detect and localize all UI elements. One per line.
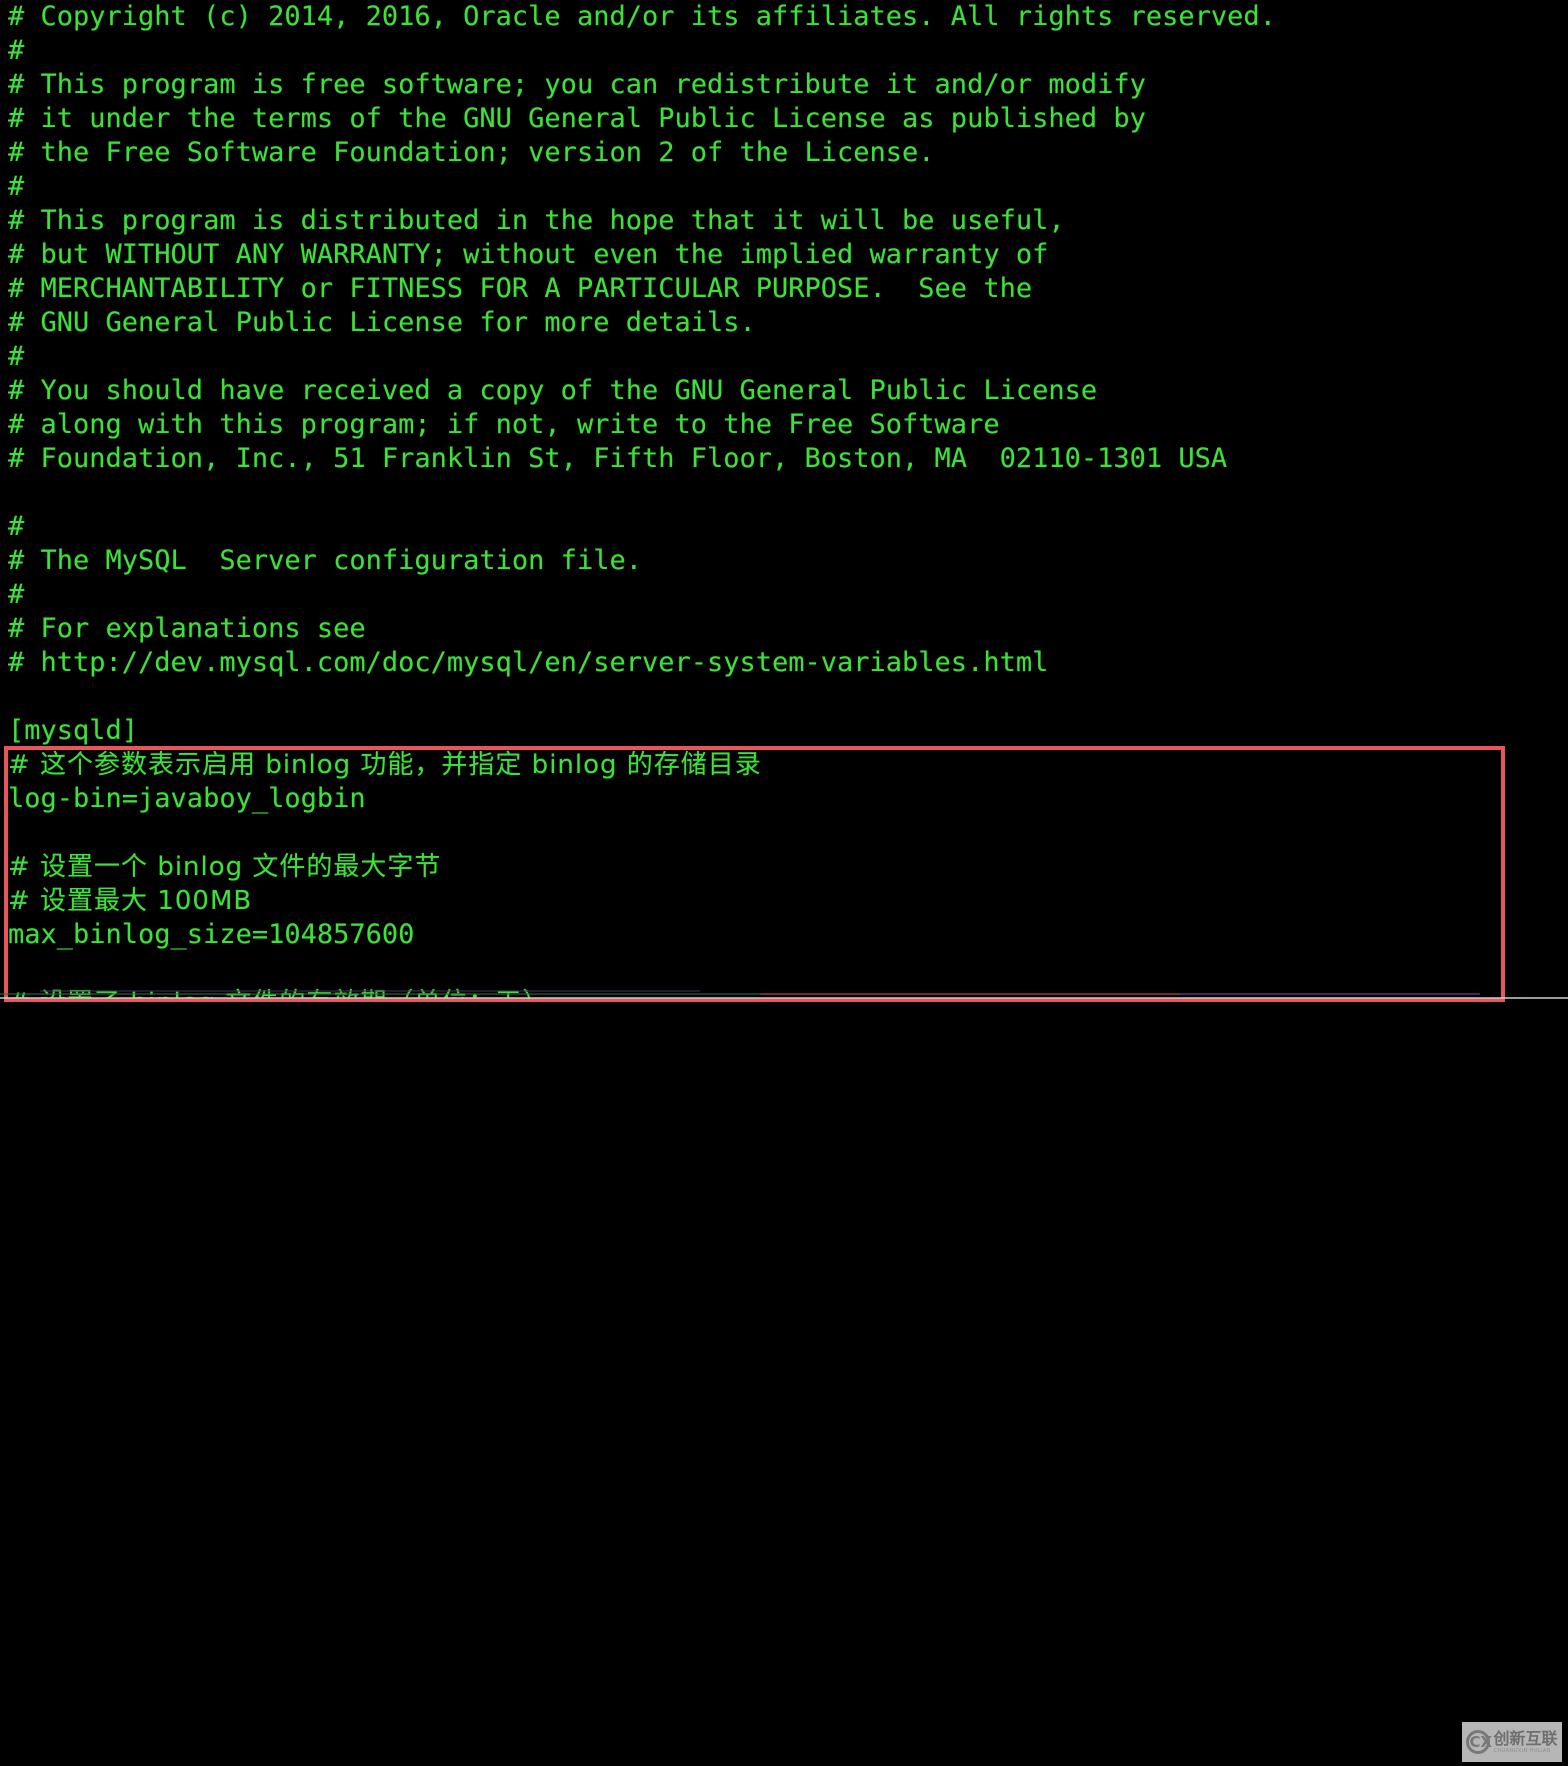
watermark-english-label: CHUANGXIN HULIAN [1493,1747,1551,1754]
code-line: # but WITHOUT ANY WARRANTY; without even… [8,239,1049,270]
code-line: [mysqld] [8,715,139,746]
code-line: # http://dev.mysql.com/doc/mysql/en/serv… [8,647,1049,678]
code-line: # GNU General Public License for more de… [8,307,756,338]
artifact-line-1 [0,993,760,995]
code-line: # 这个参数表示启用 binlog 功能，并指定 binlog 的存储目录 [8,750,762,780]
code-line: # along with this program; if not, write… [8,409,1000,440]
watermark-logo-icon: CX [1466,1730,1492,1754]
artifact-line-2 [760,993,1180,995]
code-line: # Foundation, Inc., 51 Franklin St, Fift… [8,443,1228,474]
code-line: # [8,579,25,610]
code-line: # [8,341,25,372]
site-watermark: CX 创新互联 CHUANGXIN HULIAN [1462,1722,1562,1762]
code-line: # You should have received a copy of the… [8,375,1098,406]
code-line: # it under the terms of the GNU General … [8,103,1146,134]
code-line: # This program is free software; you can… [8,69,1146,100]
code-line: log-bin=javaboy_logbin [8,783,366,814]
code-line: # [8,35,25,66]
artifact-line-3 [1180,993,1480,995]
code-line: # [8,171,25,202]
code-line: max_binlog_size=104857600 [8,919,415,950]
code-line: # 设置一个 binlog 文件的最大字节 [8,852,442,882]
artifact-line-4 [0,997,1568,999]
bottom-artifact-strip [0,988,1568,1002]
code-line: # For explanations see [8,613,366,644]
artifact-line-5 [40,990,700,992]
code-line: # MERCHANTABILITY or FITNESS FOR A PARTI… [8,273,1033,304]
watermark-chinese-label: 创新互联 [1493,1728,1558,1748]
code-line: # the Free Software Foundation; version … [8,137,935,168]
code-line: # [8,511,25,542]
code-line: # 设置最大 100MB [8,886,253,916]
code-line: # The MySQL Server configuration file. [8,545,642,576]
watermark-text: 创新互联 CHUANGXIN HULIAN [1493,1728,1558,1754]
code-line: # This program is distributed in the hop… [8,205,1065,236]
code-line: # Copyright (c) 2014, 2016, Oracle and/o… [8,1,1276,32]
screen: # Copyright (c) 2014, 2016, Oracle and/o… [0,0,1568,1766]
code-line-list: # Copyright (c) 2014, 2016, Oracle and/o… [8,0,1568,1002]
terminal-text-area[interactable]: # Copyright (c) 2014, 2016, Oracle and/o… [0,0,1568,1002]
